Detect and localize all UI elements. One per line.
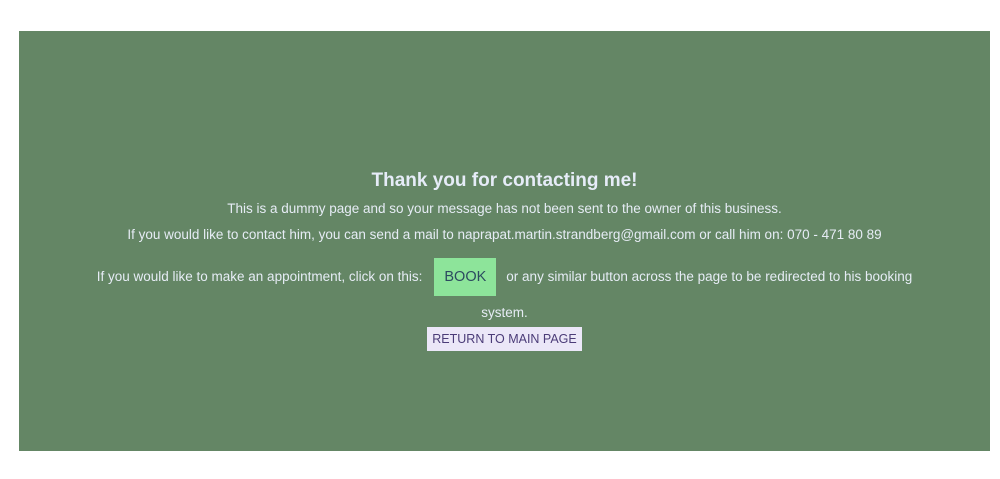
appointment-line: If you would like to make an appointment… [19, 258, 990, 297]
book-button[interactable]: BOOK [434, 258, 497, 297]
appointment-continuation-text: system. [481, 305, 528, 321]
dummy-notice-text: This is a dummy page and so your message… [227, 201, 782, 216]
contact-info-text: If you would like to contact him, you ca… [127, 227, 882, 242]
appointment-suffix-text: or any similar button across the page to… [506, 269, 913, 284]
thank-you-panel: Thank you for contacting me! This is a d… [19, 31, 990, 451]
appointment-prefix-text: If you would like to make an appointment… [96, 269, 423, 284]
return-to-main-page-button[interactable]: RETURN TO MAIN PAGE [427, 327, 582, 352]
page-title: Thank you for contacting me! [371, 170, 638, 191]
thank-you-content: Thank you for contacting me! This is a d… [19, 169, 990, 352]
